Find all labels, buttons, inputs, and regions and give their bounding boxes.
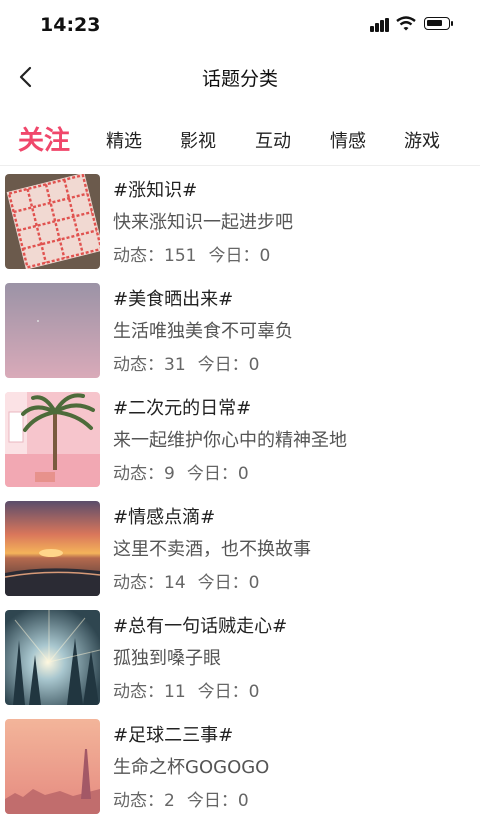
list-item[interactable]: #涨知识# 快来涨知识一起进步吧 动态：151 今日：0 — [0, 166, 480, 274]
today-count: 今日：0 — [186, 791, 249, 811]
cellular-signal-icon — [370, 18, 390, 32]
topic-thumbnail — [5, 174, 100, 269]
post-count: 动态：11 — [113, 682, 186, 702]
today-count: 今日：0 — [186, 464, 249, 484]
topic-thumbnail — [5, 610, 100, 705]
topic-stats: 动态：9 今日：0 — [113, 459, 261, 484]
list-item[interactable]: #情感点滴# 这里不卖酒，也不换故事 动态：14 今日：0 — [0, 493, 480, 601]
list-item[interactable]: #美食晒出来# 生活唯独美食不可辜负 动态：31 今日：0 — [0, 275, 480, 383]
topic-title: #二次元的日常# — [113, 398, 252, 419]
tab-games[interactable]: 游戏 — [404, 127, 440, 153]
status-time: 14:23 — [40, 14, 101, 36]
topic-stats: 动态：14 今日：0 — [113, 568, 271, 593]
today-count: 今日：0 — [208, 246, 271, 266]
topic-stats: 动态：11 今日：0 — [113, 677, 271, 702]
topic-title: #涨知识# — [113, 180, 198, 201]
tab-movies[interactable]: 影视 — [180, 127, 216, 153]
topic-title: #总有一句话贼走心# — [113, 616, 288, 637]
battery-icon — [424, 17, 453, 30]
status-bar: 14:23 — [0, 0, 480, 50]
post-count: 动态：2 — [113, 791, 175, 811]
topic-stats: 动态：31 今日：0 — [113, 350, 271, 375]
topic-description: 孤独到嗓子眼 — [113, 648, 221, 669]
today-count: 今日：0 — [197, 682, 260, 702]
tab-follow[interactable]: 关注 — [18, 120, 70, 157]
page-title: 话题分类 — [201, 68, 278, 90]
post-count: 动态：31 — [113, 355, 186, 375]
wifi-icon — [396, 16, 416, 32]
topic-thumbnail — [5, 392, 100, 487]
list-item[interactable]: #足球二三事# 生命之杯GOGOGO 动态：2 今日：0 — [0, 711, 480, 819]
topic-title: #美食晒出来# — [113, 289, 234, 310]
post-count: 动态：14 — [113, 573, 186, 593]
post-count: 动态：9 — [113, 464, 175, 484]
tab-interactive[interactable]: 互动 — [255, 127, 291, 153]
topic-description: 生命之杯GOGOGO — [113, 757, 270, 778]
topic-thumbnail — [5, 283, 100, 378]
topic-description: 快来涨知识一起进步吧 — [113, 212, 293, 233]
today-count: 今日：0 — [197, 355, 260, 375]
navigation-bar: 话题分类 — [0, 50, 480, 104]
category-tabs: 关注 精选 影视 互动 情感 游戏 — [0, 115, 480, 165]
tab-featured[interactable]: 精选 — [106, 127, 142, 153]
topic-description: 这里不卖酒，也不换故事 — [113, 539, 311, 560]
topic-title: #情感点滴# — [113, 507, 216, 528]
list-item[interactable]: #总有一句话贼走心# 孤独到嗓子眼 动态：11 今日：0 — [0, 602, 480, 710]
topic-stats: 动态：151 今日：0 — [113, 241, 282, 266]
topic-title: #足球二三事# — [113, 725, 234, 746]
topic-thumbnail — [5, 501, 100, 596]
topic-description: 来一起维护你心中的精神圣地 — [113, 430, 347, 451]
topic-stats: 动态：2 今日：0 — [113, 786, 261, 811]
post-count: 动态：151 — [113, 246, 197, 266]
tab-emotion[interactable]: 情感 — [330, 127, 366, 153]
topic-description: 生活唯独美食不可辜负 — [113, 321, 293, 342]
list-item[interactable]: #二次元的日常# 来一起维护你心中的精神圣地 动态：9 今日：0 — [0, 384, 480, 492]
today-count: 今日：0 — [197, 573, 260, 593]
